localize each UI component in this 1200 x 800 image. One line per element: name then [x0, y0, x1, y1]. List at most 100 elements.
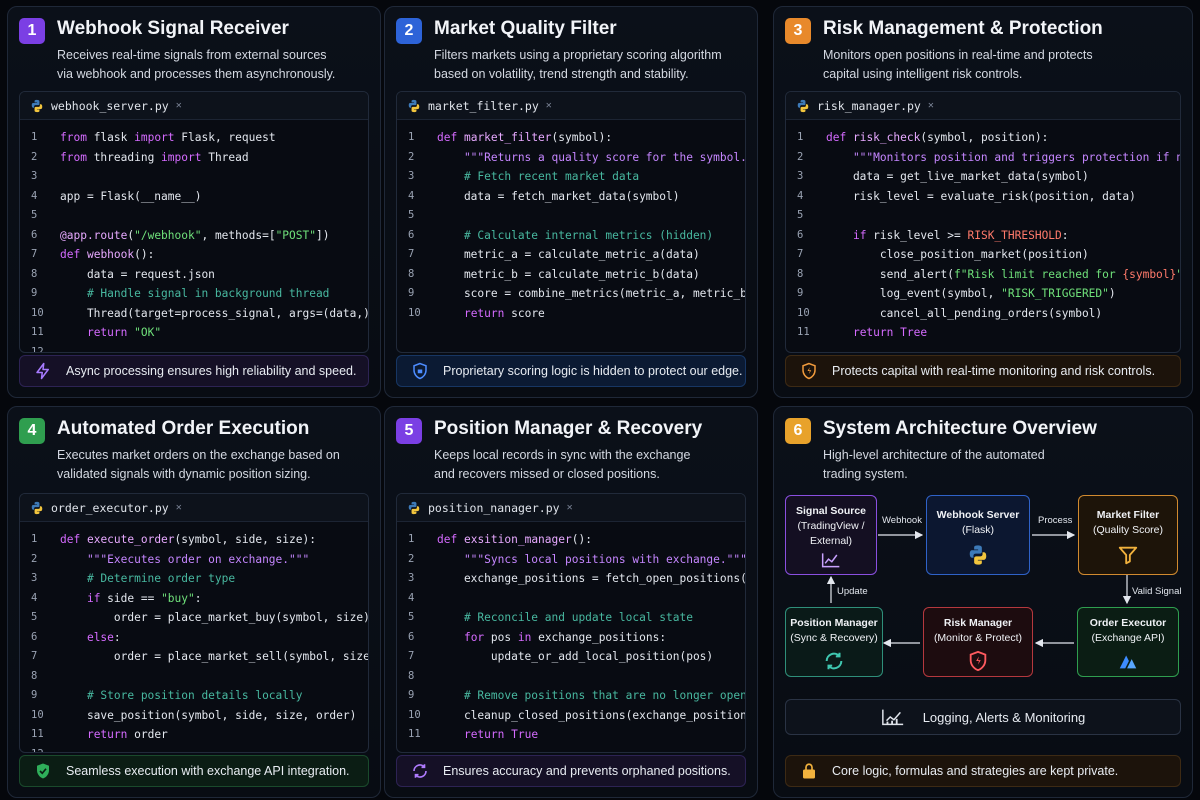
footer-text: Core logic, formulas and strategies are … [832, 764, 1119, 778]
code-text: Thread(target=process_signal, args=(data… [86, 306, 368, 320]
line-number: 8 [797, 267, 804, 280]
footer-text: Async processing ensures high reliabilit… [66, 364, 357, 378]
close-tab-icon[interactable]: ✕ [928, 100, 934, 111]
line-number: 10 [31, 708, 44, 721]
line-number: 2 [408, 552, 415, 565]
code-line: 11 return True [397, 725, 745, 745]
node-webhook-server[interactable]: Webhook Server (Flask) [926, 495, 1030, 575]
code-line: 5 [397, 206, 745, 226]
step-badge: 4 [19, 418, 45, 444]
code-line: 6 else: [20, 628, 368, 648]
line-number: 6 [797, 228, 804, 241]
code-text: return "OK" [86, 326, 162, 339]
file-tab[interactable]: webhook_server.py ✕ [20, 92, 368, 120]
panel-architecture: 6 System Architecture Overview High-leve… [773, 406, 1193, 798]
step-badge: 3 [785, 18, 811, 44]
line-number: 10 [408, 306, 421, 319]
node-market-filter[interactable]: Market Filter (Quality Score) [1078, 495, 1178, 575]
panel-title: Automated Order Execution [57, 418, 310, 439]
code-line: 6 # Calculate internal metrics (hidden) [397, 226, 745, 246]
arrow-label-process: Process [1038, 515, 1073, 526]
line-number: 6 [31, 228, 38, 241]
python-icon [797, 99, 809, 112]
node-subtitle: External) [809, 535, 852, 547]
panel-footer: Async processing ensures high reliabilit… [19, 355, 369, 387]
code-text: @app.route("/webhook", methods=["POST"]) [60, 228, 330, 242]
line-number: 2 [31, 150, 38, 163]
step-badge: 1 [19, 18, 45, 44]
chart-icon [881, 709, 903, 726]
panel-description: Executes market orders on the exchange b… [57, 446, 367, 484]
code-line: 10 return score [397, 304, 745, 324]
code-line: 11 return order [20, 725, 368, 745]
code-line: 12 [20, 343, 368, 353]
file-tab[interactable]: position_nanager.py ✕ [397, 494, 745, 522]
python-icon [31, 99, 43, 112]
code-line: 7 close_position_market(position) [786, 245, 1180, 265]
code-line: 10 cleanup_closed_positions(exchange_pos… [397, 706, 745, 726]
arrow-label-webhook: Webhook [882, 515, 922, 526]
line-number: 7 [408, 248, 415, 260]
footer-text: Seamless execution with exchange API int… [66, 764, 350, 778]
line-number: 7 [31, 650, 38, 662]
code-block: 1 def market_filter(symbol): 2 """Returns … [397, 120, 745, 323]
close-tab-icon[interactable]: ✕ [567, 502, 573, 513]
line-number: 10 [797, 306, 810, 319]
file-tab[interactable]: market_filter.py ✕ [397, 92, 745, 120]
code-line: 5 # Reconcile and update local state [397, 608, 745, 628]
line-number: 8 [408, 669, 415, 682]
line-number: 4 [31, 189, 38, 202]
node-title: Webhook Server [936, 509, 1020, 521]
python-icon [31, 501, 43, 514]
line-number: 12 [20, 745, 60, 753]
close-tab-icon[interactable]: ✕ [176, 502, 182, 513]
code-line: 1 def market_filter(symbol): [397, 128, 745, 148]
footer-text: Ensures accuracy and prevents orphaned p… [443, 764, 731, 778]
node-subtitle: (Quality Score) [1092, 524, 1164, 536]
code-line: 5 order = place_market_buy(symbol, size) [20, 608, 368, 628]
code-text: return order [86, 728, 168, 741]
code-text: # Handle signal in background thread [60, 287, 330, 300]
line-number: 11 [797, 326, 810, 338]
file-name: market_filter.py [428, 98, 539, 113]
code-block: 1 from flask import Flask, request 2 from t… [20, 120, 368, 353]
node-order-executor[interactable]: Order Executor (Exchange API) [1077, 607, 1179, 677]
panel-footer: Ensures accuracy and prevents orphaned p… [396, 755, 746, 787]
python-icon [408, 99, 420, 112]
code-line: 5 [20, 206, 368, 226]
code-line: 1 def risk_check(symbol, position): [786, 128, 1180, 148]
code-text: # Fetch recent market data [437, 170, 640, 183]
code-line: 1 def execute_order(symbol, side, size): [20, 530, 368, 550]
code-line: 12 [20, 745, 368, 753]
file-tab[interactable]: order_executor.py ✕ [20, 494, 368, 522]
code-text: return True [463, 728, 539, 741]
arrow-label-update: Update [837, 586, 868, 597]
close-tab-icon[interactable]: ✕ [546, 100, 552, 111]
logging-monitoring-bar[interactable]: Logging, Alerts & Monitoring [785, 699, 1181, 735]
node-signal-source[interactable]: Signal Source (TradingView / External) [785, 495, 877, 575]
node-position-manager[interactable]: Position Manager (Sync & Recovery) [785, 607, 883, 677]
code-text: data = get_live_market_data(symbol) [826, 170, 1089, 183]
code-text: send_alert(f"Risk limit reached for {sym… [826, 267, 1180, 281]
code-line: 1 def exsition_manager(): [397, 530, 745, 550]
line-number: 11 [31, 728, 44, 740]
line-number: 7 [797, 248, 804, 260]
line-number: 1 [31, 533, 38, 545]
description-line: Keeps local records in sync with the exc… [434, 448, 691, 462]
code-text: for pos in exchange_positions: [463, 630, 667, 644]
line-number: 2 [408, 150, 415, 163]
panel-description: Receives real-time signals from external… [57, 46, 367, 84]
node-risk-manager[interactable]: Risk Manager (Monitor & Protect) [923, 607, 1033, 677]
funnel-icon [1118, 546, 1138, 565]
close-tab-icon[interactable]: ✕ [176, 100, 182, 111]
code-line: 2 from threading import Thread [20, 148, 368, 168]
panel-footer: Protects capital with real-time monitori… [785, 355, 1181, 387]
python-icon [408, 501, 420, 514]
file-tab[interactable]: risk_manager.py ✕ [786, 92, 1180, 120]
line-number: 8 [31, 267, 38, 280]
line-number: 7 [408, 650, 415, 662]
code-text: # Determine order type [60, 572, 236, 585]
code-line: 4 [397, 589, 745, 609]
code-text: """Returns a quality score for the symbo… [437, 150, 745, 164]
architecture-arrows [826, 530, 1132, 648]
